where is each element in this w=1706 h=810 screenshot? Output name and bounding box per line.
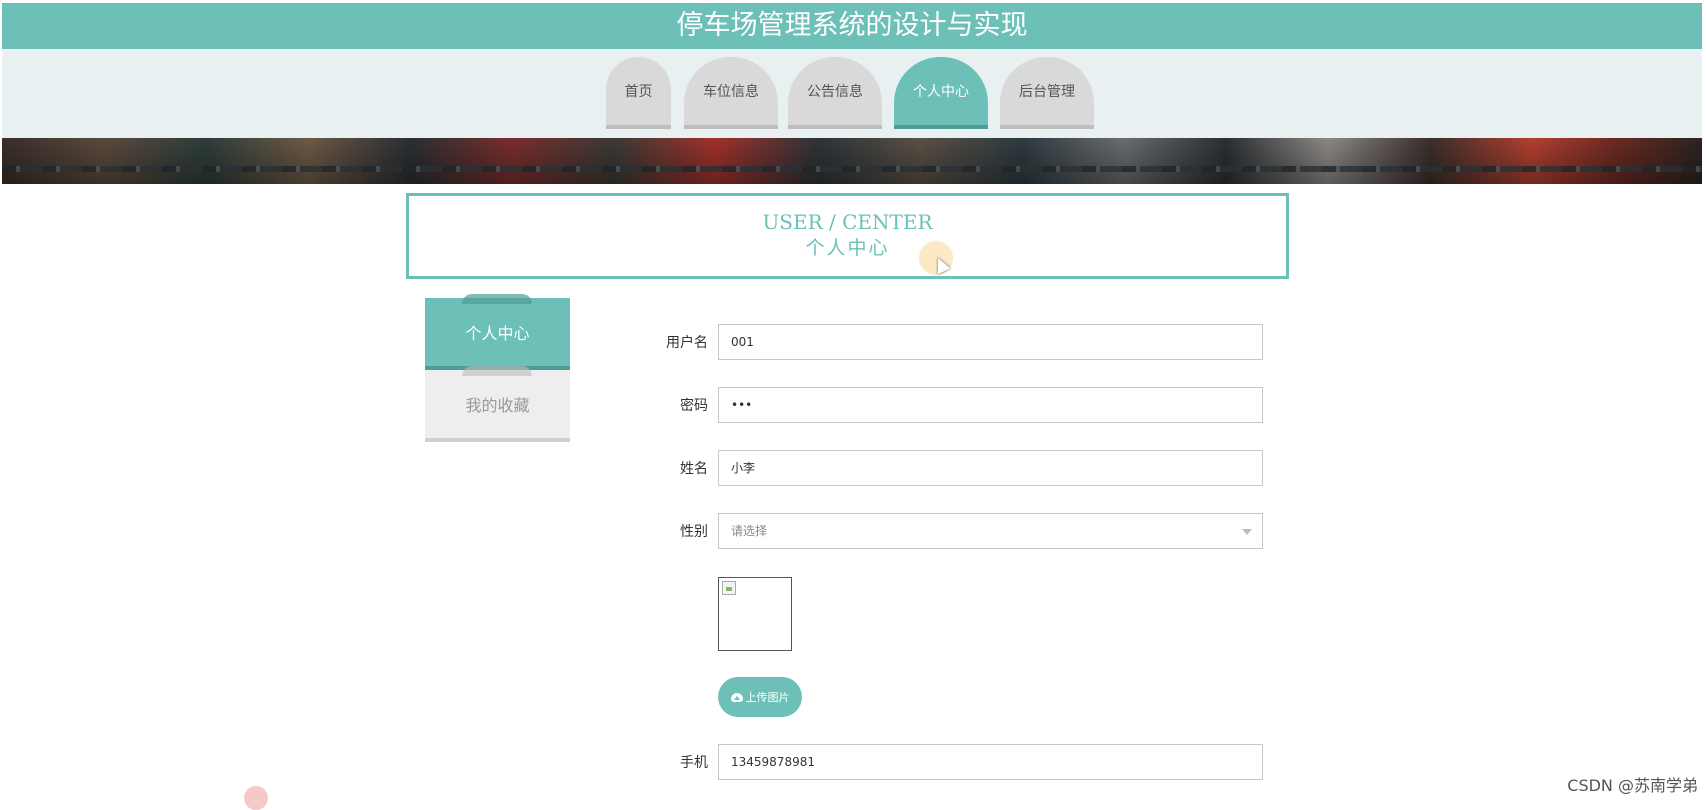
tab-parking-info[interactable]: 车位信息 bbox=[684, 57, 778, 129]
tab-user-center[interactable]: 个人中心 bbox=[894, 57, 988, 129]
app-title: 停车场管理系统的设计与实现 bbox=[2, 3, 1702, 49]
section-title-en: USER / CENTER bbox=[762, 210, 933, 234]
upload-image-button[interactable]: 上传图片 bbox=[718, 677, 802, 717]
chevron-down-icon bbox=[1242, 529, 1252, 535]
username-label: 用户名 bbox=[666, 335, 708, 351]
name-row: 姓名 小李 bbox=[640, 450, 1265, 488]
section-header: USER / CENTER 个人中心 bbox=[406, 193, 1289, 279]
side-item-favorites[interactable]: 我的收藏 bbox=[425, 366, 570, 442]
password-field[interactable]: ••• bbox=[718, 387, 1263, 423]
side-item-user-center[interactable]: 个人中心 bbox=[425, 294, 570, 370]
broken-image-icon bbox=[722, 581, 736, 595]
phone-row: 手机 13459878981 bbox=[640, 744, 1265, 782]
side-item-arc bbox=[462, 366, 532, 376]
side-item-label: 我的收藏 bbox=[465, 396, 530, 415]
side-item-arc bbox=[462, 294, 532, 304]
phone-label: 手机 bbox=[680, 755, 708, 771]
name-field[interactable]: 小李 bbox=[718, 450, 1263, 486]
watermark: CSDN @苏南学弟 bbox=[1567, 776, 1698, 795]
gender-select[interactable]: 请选择 bbox=[718, 513, 1263, 549]
decorative-dot bbox=[244, 786, 268, 810]
nav-bar: 首页 车位信息 公告信息 个人中心 后台管理 bbox=[2, 49, 1702, 138]
avatar-preview bbox=[718, 577, 792, 651]
gender-row: 性别 请选择 bbox=[640, 513, 1265, 551]
cloud-upload-icon bbox=[730, 692, 743, 702]
banner-image bbox=[2, 138, 1702, 184]
name-label: 姓名 bbox=[680, 461, 708, 477]
gender-label: 性别 bbox=[680, 524, 708, 540]
username-field[interactable]: 001 bbox=[718, 324, 1263, 360]
tab-home[interactable]: 首页 bbox=[606, 57, 671, 129]
password-row: 密码 ••• bbox=[640, 387, 1265, 425]
banner-railing bbox=[2, 166, 1702, 172]
section-title-zh: 个人中心 bbox=[805, 237, 890, 259]
upload-button-label: 上传图片 bbox=[745, 691, 790, 704]
gender-placeholder: 请选择 bbox=[731, 524, 768, 538]
password-label: 密码 bbox=[680, 398, 708, 414]
side-menu: 个人中心 我的收藏 bbox=[425, 294, 570, 442]
tab-announcements[interactable]: 公告信息 bbox=[788, 57, 882, 129]
username-row: 用户名 001 bbox=[640, 324, 1265, 362]
tab-admin[interactable]: 后台管理 bbox=[1000, 57, 1094, 129]
side-item-label: 个人中心 bbox=[465, 324, 530, 343]
phone-field[interactable]: 13459878981 bbox=[718, 744, 1263, 780]
